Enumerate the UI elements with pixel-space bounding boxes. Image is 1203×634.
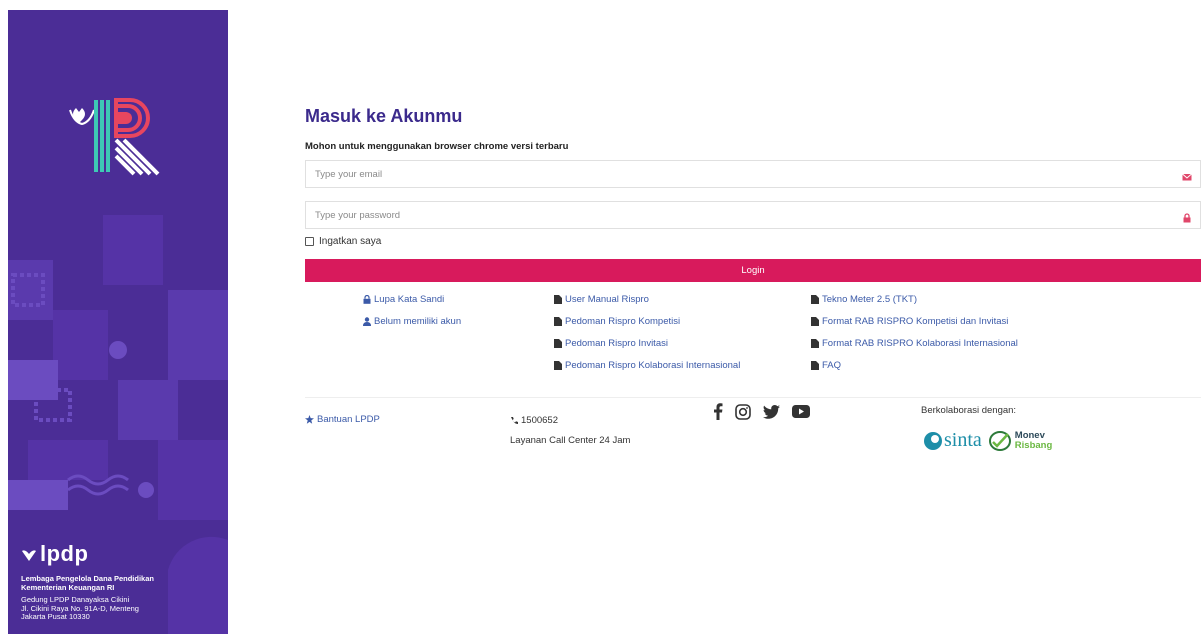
footer-divider [305,397,1201,398]
resource-links: Tekno Meter 2.5 (TKT) Format RAB RISPRO … [811,294,1018,382]
lpdp-brand-text: lpdp [40,541,89,566]
login-button[interactable]: Login [305,259,1201,282]
instagram-icon[interactable] [735,403,751,420]
link-label: Tekno Meter 2.5 (TKT) [822,294,918,305]
link-label: Pedoman Rispro Kompetisi [565,316,681,327]
user-manual-link[interactable]: User Manual Rispro [554,294,740,305]
sidebar-panel: lpdp Lembaga Pengelola Dana Pendidikan K… [8,10,228,634]
lpdp-logo-icon [22,550,36,561]
link-label: Belum memiliki akun [374,316,462,327]
file-icon [811,295,819,304]
email-field [305,160,1201,188]
org-line: Lembaga Pengelola Dana Pendidikan [21,574,154,583]
email-input[interactable] [306,161,1165,187]
pedoman-kompetisi-link[interactable]: Pedoman Rispro Kompetisi [554,316,740,327]
help-label: Bantuan LPDP [317,414,380,425]
register-link[interactable]: Belum memiliki akun [363,316,461,327]
sinta-logo: sinta [923,429,982,452]
organization-address: Gedung LPDP Danayaksa Cikini Jl. Cikini … [21,595,221,622]
monev-risbang-logo: Monev Risbang [988,430,1052,452]
youtube-icon[interactable] [792,405,810,418]
remember-me[interactable]: Ingatkan saya [305,236,381,247]
facebook-icon[interactable] [713,403,723,420]
help-link[interactable]: Bantuan LPDP [305,414,380,425]
link-label: Lupa Kata Sandi [374,294,445,305]
browser-notice: Mohon untuk menggunakan browser chrome v… [305,141,569,152]
lock-icon [363,295,371,304]
format-rab-kolaborasi-link[interactable]: Format RAB RISPRO Kolaborasi Internasion… [811,338,1018,349]
phone-number: 1500652 [510,415,558,426]
lpdp-brand: lpdp [21,541,88,567]
org-line: Kementerian Keuangan RI [21,583,115,592]
pedoman-kolaborasi-link[interactable]: Pedoman Rispro Kolaborasi Internasional [554,360,740,371]
file-icon [554,361,562,370]
account-links: Lupa Kata Sandi Belum memiliki akun [363,294,461,338]
link-label: FAQ [822,360,842,371]
file-icon [554,339,562,348]
document-links: User Manual Rispro Pedoman Rispro Kompet… [554,294,740,382]
file-icon [811,361,819,370]
social-links [713,403,822,420]
risbang-text: Risbang [1014,439,1053,451]
phone-icon [510,416,518,425]
forgot-password-link[interactable]: Lupa Kata Sandi [363,294,461,305]
page-title: Masuk ke Akunmu [305,106,463,126]
rispro-logo [69,98,160,176]
twitter-icon[interactable] [763,404,780,419]
star-icon [305,415,314,424]
remember-label: Ingatkan saya [319,236,382,247]
remember-checkbox[interactable] [305,237,314,246]
address-line: Jakarta Pusat 10330 [21,612,90,621]
link-label: Pedoman Rispro Invitasi [565,338,668,349]
user-icon [363,317,371,326]
sinta-mark-icon [924,431,942,450]
format-rab-kompetisi-link[interactable]: Format RAB RISPRO Kompetisi dan Invitasi [811,316,1018,327]
link-label: Format RAB RISPRO Kompetisi dan Invitasi [822,316,1009,327]
sinta-text: sinta [944,429,982,451]
file-icon [811,339,819,348]
file-icon [554,295,562,304]
link-label: User Manual Rispro [565,294,649,305]
password-input[interactable] [306,202,1165,228]
file-icon [554,317,562,326]
envelope-icon [1182,169,1192,187]
phone-text: 1500652 [521,415,558,426]
call-center-label: Layanan Call Center 24 Jam [510,435,631,446]
lock-icon [1182,210,1192,228]
pedoman-invitasi-link[interactable]: Pedoman Rispro Invitasi [554,338,740,349]
link-label: Format RAB RISPRO Kolaborasi Internasion… [822,338,1018,349]
tekno-meter-link[interactable]: Tekno Meter 2.5 (TKT) [811,294,1018,305]
faq-link[interactable]: FAQ [811,360,1018,371]
collaboration-label: Berkolaborasi dengan: [921,405,1017,416]
file-icon [811,317,819,326]
monev-check-icon [988,430,1011,451]
partner-logos: sinta Monev Risbang [923,429,1052,452]
password-field [305,201,1201,229]
organization-name: Lembaga Pengelola Dana Pendidikan Kement… [21,574,221,592]
link-label: Pedoman Rispro Kolaborasi Internasional [565,360,741,371]
monev-text: Monev [1014,429,1045,441]
